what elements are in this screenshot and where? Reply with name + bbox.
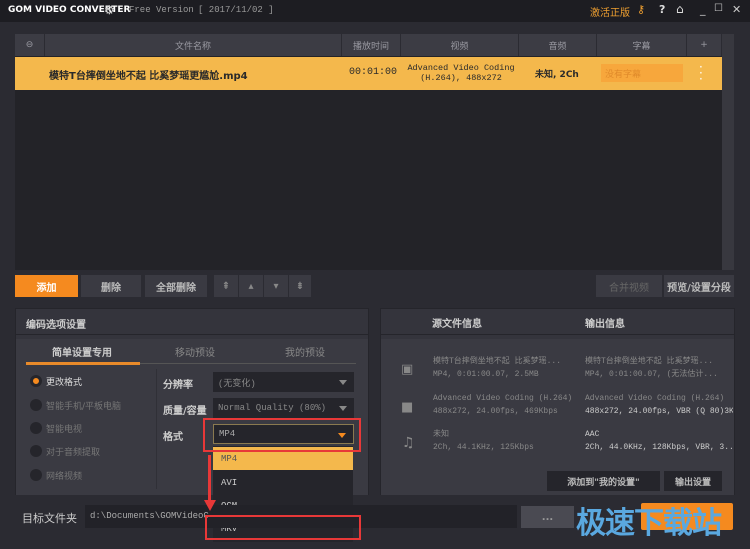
tab-my-presets[interactable]: 我的预设 [285, 344, 325, 359]
delete-button[interactable]: 删除 [81, 275, 141, 297]
minimize-icon[interactable]: _ [700, 3, 706, 16]
source-file-detail: MP4, 0:01:00.07, 2.5MB [433, 370, 539, 379]
version-label: Free Version [129, 5, 194, 15]
tab-mobile[interactable]: 移动预设 [175, 344, 215, 359]
radio-label: 更改格式 [46, 378, 83, 388]
move-bottom-icon[interactable]: ⇟ [289, 275, 311, 297]
resolution-label: 分辨率 [163, 380, 193, 391]
key-icon[interactable]: ⚷ [637, 3, 645, 16]
source-audio-codec: 未知 [433, 430, 449, 439]
arrow-annotation [208, 455, 211, 503]
delete-all-button[interactable]: 全部删除 [145, 275, 207, 297]
highlight-box-mkv [205, 515, 361, 540]
radio-label: 智能手机/平板电脑 [46, 402, 122, 412]
output-audio-codec: AAC [585, 430, 600, 439]
version-date: [ 2017/11/02 ] [198, 5, 274, 15]
output-info-title: 输出信息 [585, 319, 625, 330]
source-info-title: 源文件信息 [432, 319, 482, 330]
browse-button[interactable]: ... [521, 506, 574, 528]
file-icon: ▣ [401, 362, 414, 377]
target-folder-label: 目标文件夹 [22, 512, 77, 525]
radio-label: 智能电视 [46, 425, 83, 435]
col-duration[interactable]: 播放时间 [342, 34, 401, 56]
activate-link[interactable]: 激活正版 [590, 4, 630, 19]
preview-button[interactable]: 预览/设置分段 [664, 275, 734, 297]
add-button[interactable]: 添加 [15, 275, 78, 297]
help-icon[interactable]: ? [659, 3, 665, 16]
encode-title: 编码选项设置 [26, 320, 86, 331]
radio-change-format[interactable] [30, 375, 42, 387]
format-label: 格式 [163, 432, 183, 443]
arrow-head [204, 500, 216, 511]
table-row[interactable]: 模特T台摔倒坐地不起 比奚梦瑶更尴尬.mp4 00:01:00 Advanced… [15, 57, 722, 90]
source-file-name: 模特T台摔倒坐地不起 比奚梦瑶... [433, 357, 562, 366]
file-duration: 00:01:00 [349, 67, 398, 78]
radio-label: 对于音频提取 [46, 448, 101, 458]
move-up-icon[interactable]: ▴ [239, 275, 263, 297]
radio-smartphone[interactable] [30, 399, 42, 411]
resolution-select[interactable]: (无变化) [213, 372, 354, 392]
move-down-icon[interactable]: ▾ [264, 275, 288, 297]
source-video-codec: Advanced Video Coding (H.264) [433, 394, 573, 403]
music-icon: ♫ [402, 435, 415, 451]
output-settings-button[interactable]: 输出设置 [664, 471, 722, 491]
merge-button[interactable]: 合并视频 [596, 275, 662, 297]
format-option-avi[interactable]: AVI [213, 471, 353, 494]
radio-audio-extract[interactable] [30, 445, 42, 457]
file-audio: 未知, 2Ch [535, 70, 579, 80]
close-icon[interactable]: ✕ [732, 3, 741, 16]
subtitle-field[interactable]: 没有字幕 [601, 64, 683, 82]
col-filename[interactable]: 文件名称 [45, 34, 342, 56]
highlight-box-format [203, 418, 361, 452]
maximize-icon[interactable]: ☐ [714, 3, 723, 14]
more-options-icon[interactable]: · · · [699, 61, 703, 85]
home-icon[interactable]: ⌂ [676, 2, 684, 16]
output-file-detail: MP4, 0:01:00.07, (无法估计... [585, 370, 718, 379]
source-video-detail: 488x272, 24.00fps, 469Kbps [433, 407, 558, 416]
video-camera-icon: ■ [401, 400, 414, 415]
output-video-codec: Advanced Video Coding (H.264) [585, 394, 725, 403]
file-video: Advanced Video Coding (H.264), 488x272 [407, 63, 515, 83]
title-bar: GOM VIDEO CONVERTER ⚙ Free Version [ 201… [0, 0, 750, 22]
file-name: 模特T台摔倒坐地不起 比奚梦瑶更尴尬.mp4 [49, 71, 248, 82]
radio-label: 网络视频 [46, 472, 83, 482]
quality-select[interactable]: Normal Quality (80%) [213, 398, 354, 418]
col-video[interactable]: 视频 [401, 34, 519, 56]
output-video-detail: 488x272, 24.00fps, VBR (Q 80)3K [585, 407, 733, 416]
output-file-name: 模特T台摔倒坐地不起 比奚梦瑶... [585, 357, 714, 366]
tab-simple[interactable]: 简单设置专用 [52, 344, 112, 359]
radio-smart-tv[interactable] [30, 422, 42, 434]
add-column-button[interactable]: + [687, 34, 722, 56]
output-audio-detail: 2Ch, 44.0KHz, 128Kbps, VBR, 3... [585, 443, 733, 452]
add-to-my-presets-button[interactable]: 添加到"我的设置" [547, 471, 660, 491]
watermark-logo: 极速下载站 [576, 506, 722, 541]
quality-label: 质量/容量 [163, 406, 207, 417]
settings-gear-icon[interactable]: ⚙ [104, 3, 115, 17]
move-top-icon[interactable]: ⇞ [214, 275, 238, 297]
link-icon[interactable]: ⊖ [15, 34, 45, 56]
col-subtitle[interactable]: 字幕 [597, 34, 687, 56]
source-audio-detail: 2Ch, 44.1KHz, 125Kbps [433, 443, 534, 452]
col-audio[interactable]: 音频 [519, 34, 597, 56]
radio-web-video[interactable] [30, 469, 42, 481]
scrollbar[interactable] [722, 34, 734, 270]
